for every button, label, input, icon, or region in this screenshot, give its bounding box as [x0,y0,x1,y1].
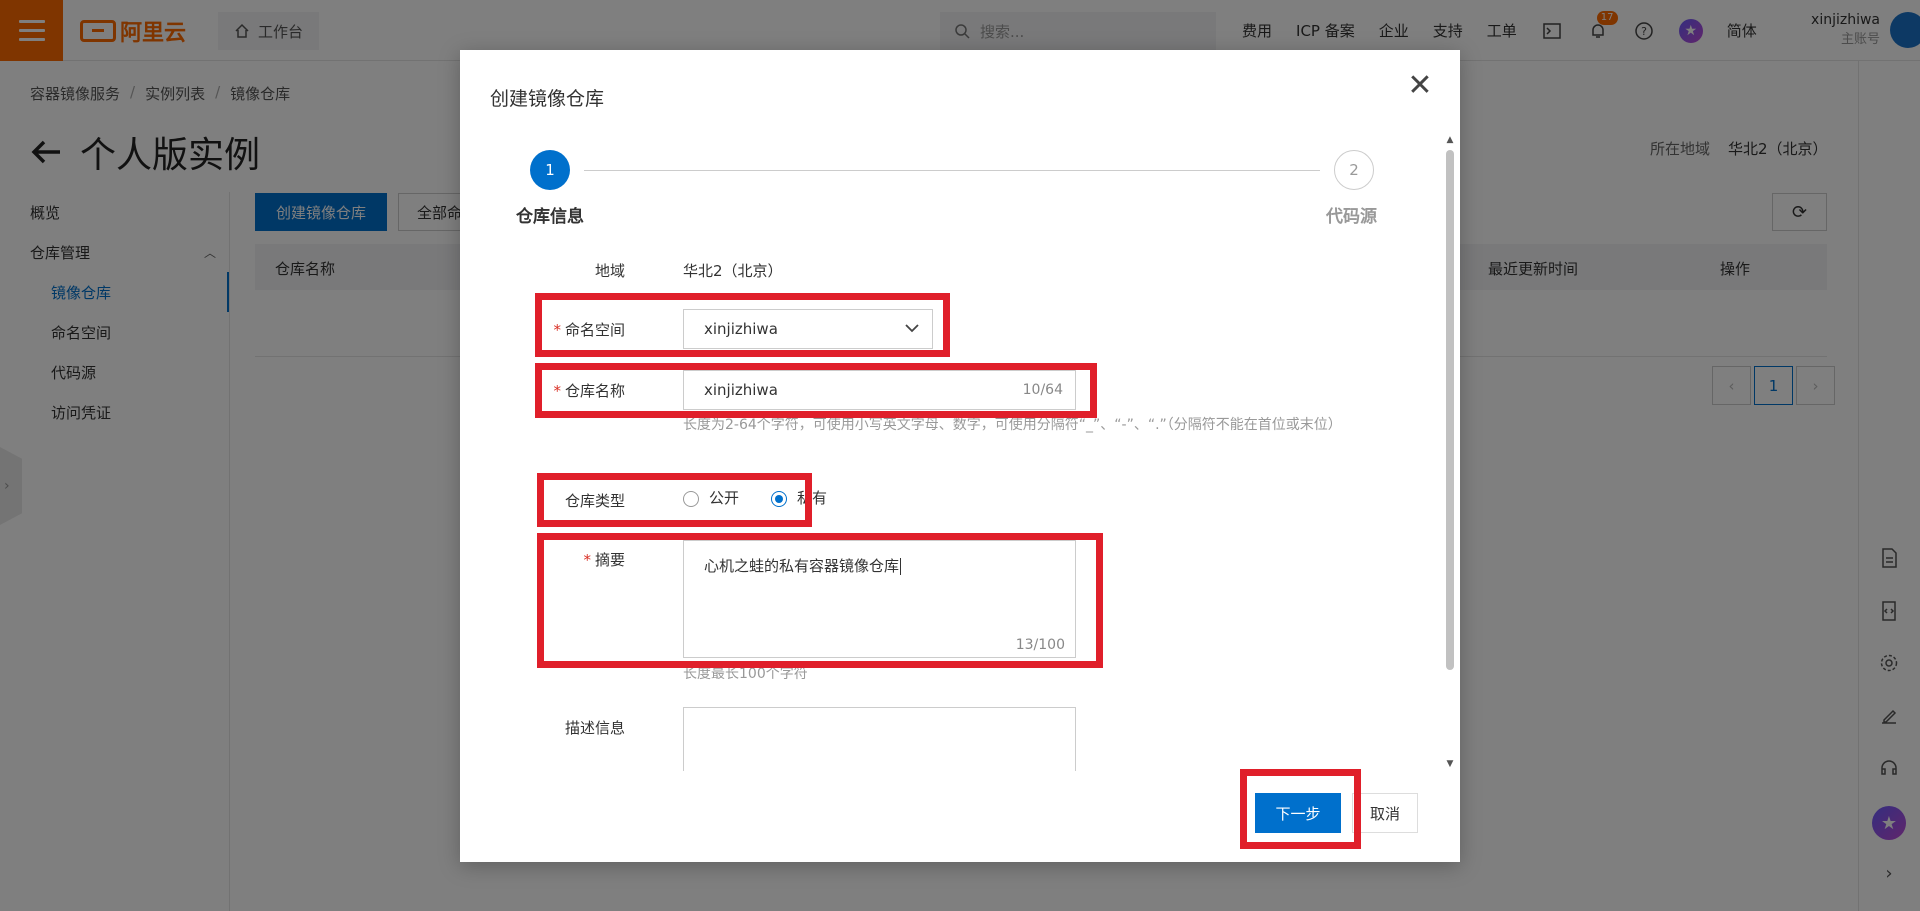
repo-name-input[interactable]: xinjizhiwa 10/64 [683,370,1076,410]
summary-field-label: * 摘要 [515,549,625,570]
description-textarea[interactable] [683,707,1076,771]
summary-char-count: 13/100 [1015,637,1065,653]
summary-textarea[interactable]: 心机之蛙的私有容器镜像仓库 13/100 [683,540,1076,658]
description-field-label: 描述信息 [564,719,625,737]
next-step-button[interactable]: 下一步 [1255,793,1341,833]
chevron-down-icon [905,324,919,333]
create-repo-dialog: 创建镜像仓库 ✕ 1 2 仓库信息 代码源 地域 华北2（北京） * 命名空间 x… [460,50,1460,862]
cancel-button[interactable]: 取消 [1352,793,1418,833]
radio-button[interactable] [771,490,788,507]
required-mark: * [553,321,561,339]
namespace-select[interactable]: xinjizhiwa [683,309,933,349]
dialog-scrollbar[interactable]: ▲ ▼ [1446,136,1454,769]
required-mark: * [583,551,591,569]
scroll-down-icon[interactable]: ▼ [1446,760,1454,769]
step-connector [584,170,1320,171]
summary-value: 心机之蛙的私有容器镜像仓库 [704,557,900,575]
repo-name-value: xinjizhiwa [704,381,778,399]
namespace-select-value: xinjizhiwa [704,320,778,338]
repo-name-label-text: 仓库名称 [564,382,625,400]
step-2-label: 代码源 [1326,207,1377,227]
step-2-circle: 2 [1334,150,1374,190]
summary-help: 长度最长100个字符 [683,666,808,682]
region-field-label: 地域 [594,262,625,280]
scroll-up-icon[interactable]: ▲ [1446,136,1454,145]
repo-name-field-label: * 仓库名称 [515,380,625,401]
summary-label-text: 摘要 [594,551,625,569]
step-1-circle: 1 [530,150,570,190]
repo-type-radio-group: 公开 私有 [683,487,827,508]
scrollbar-thumb[interactable] [1446,150,1454,670]
namespace-label-text: 命名空间 [564,321,625,339]
repo-name-char-count: 10/64 [1022,382,1063,398]
repo-type-public-option[interactable]: 公开 [683,487,739,508]
namespace-field-label: * 命名空间 [515,319,625,340]
region-field-value: 华北2（北京） [683,262,783,280]
radio-button[interactable] [683,490,699,507]
radio-label: 公开 [709,489,740,507]
radio-label: 私有 [797,489,828,507]
repo-type-private-option[interactable]: 私有 [771,487,827,508]
step-indicator: 1 2 仓库信息 代码源 [460,150,1460,230]
close-icon[interactable]: ✕ [1402,68,1438,104]
required-mark: * [553,382,561,400]
dialog-title: 创建镜像仓库 [490,88,605,110]
repo-type-field-label: 仓库类型 [564,492,625,510]
step-1-label: 仓库信息 [516,207,584,227]
repo-name-help: 长度为2-64个字符，可使用小写英文字母、数字，可使用分隔符“_”、“-”、“.… [683,417,1342,433]
text-cursor [900,558,902,575]
